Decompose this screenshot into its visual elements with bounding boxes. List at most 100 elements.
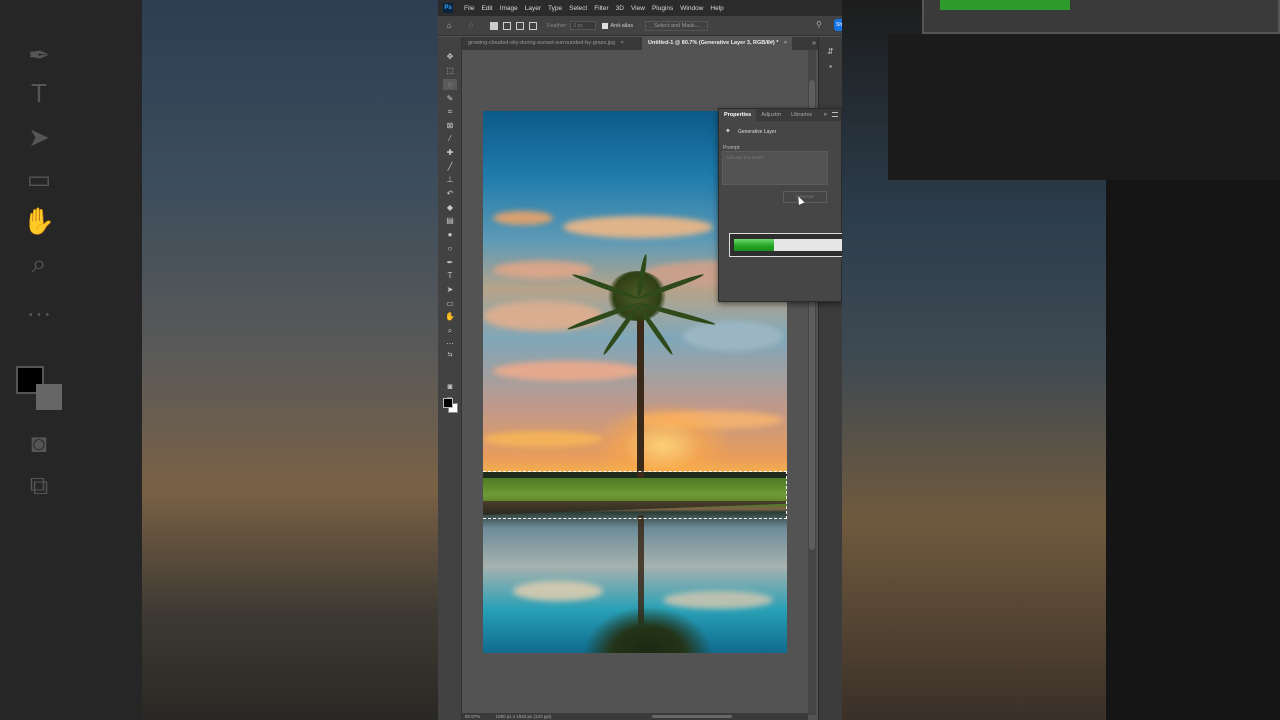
feather-input[interactable]: 0 px — [570, 21, 597, 30]
blurred-progress-panel — [922, 0, 1280, 34]
swap-colors-icon[interactable]: ⇆ — [443, 350, 457, 361]
horizontal-scroll-thumb[interactable] — [652, 715, 732, 718]
share-button[interactable]: Sh — [834, 19, 842, 31]
properties-tabs: Properties Adjustm Libraries » — [719, 109, 841, 121]
add-selection-icon[interactable] — [503, 21, 511, 30]
dodge-icon[interactable]: ○ — [443, 243, 457, 254]
generation-progress-dialog — [729, 233, 842, 257]
menu-edit[interactable]: Edit — [481, 5, 492, 12]
history-icon[interactable]: ⇵ — [825, 47, 836, 57]
menu-file[interactable]: File — [464, 5, 474, 12]
history-brush-icon[interactable]: ↶ — [443, 188, 457, 199]
quick-select-icon[interactable]: ✎ — [443, 93, 457, 104]
feather-label: Feather: — [547, 22, 568, 29]
healing-brush-icon[interactable]: ✚ — [443, 147, 457, 158]
pen-icon[interactable]: ✒ — [443, 257, 457, 268]
tab-adjustments[interactable]: Adjustm — [756, 109, 786, 121]
intersect-selection-icon[interactable] — [529, 21, 537, 30]
cloud — [493, 361, 643, 381]
type-icon[interactable]: T — [443, 270, 457, 281]
cloud — [683, 321, 783, 351]
menu-window[interactable]: Window — [680, 5, 703, 12]
cloud — [483, 301, 603, 331]
status-bar: 80.67% 1080 px x 1920 px (120 ppi) — [462, 713, 808, 720]
more-tools-icon: … — [26, 292, 52, 322]
tab-untitled[interactable]: Untitled-1 @ 80.7% (Generative Layer 3, … — [642, 37, 792, 50]
lasso-tool-icon[interactable]: ◌ — [443, 79, 457, 90]
path-select-icon[interactable]: ➤ — [443, 284, 457, 295]
new-selection-icon[interactable] — [490, 21, 498, 30]
blurred-toolstrip: ✒ T ➤ ▭ ✋ ⌕ … ◙ ⧉ — [0, 0, 142, 720]
more-tools-icon[interactable]: ⋯ — [443, 338, 457, 349]
panel-collapse-icon[interactable]: » — [824, 112, 827, 118]
generate-button[interactable]: Generate — [783, 191, 827, 203]
subtract-selection-icon[interactable] — [516, 21, 524, 30]
type-icon: T — [31, 78, 47, 108]
home-icon[interactable]: ⌂ — [444, 21, 454, 31]
tab-libraries[interactable]: Libraries — [786, 109, 817, 121]
tab-photo-label: growing-clouded-sky-during-sunset-surrou… — [468, 40, 616, 46]
blurred-panel-shadow — [888, 34, 1280, 180]
menu-bar: Ps File Edit Image Layer Type Select Fil… — [438, 0, 842, 16]
zoom-icon: ⌕ — [31, 248, 47, 278]
close-icon[interactable]: × — [621, 40, 624, 46]
lasso-icon[interactable]: ◌ — [466, 21, 476, 31]
progress-track — [734, 239, 842, 251]
zoom-level[interactable]: 80.67% — [465, 714, 480, 719]
select-and-mask-button[interactable]: Select and Mask... — [645, 20, 709, 31]
generative-layer-icon: ✦ — [725, 128, 731, 135]
artboard-icon[interactable]: ⬚ — [443, 65, 457, 76]
tab-photo[interactable]: growing-clouded-sky-during-sunset-surrou… — [462, 37, 642, 50]
photoshop-logo-icon: Ps — [443, 3, 453, 13]
menu-3d[interactable]: 3D — [616, 5, 624, 12]
antialias-checkbox[interactable] — [602, 22, 609, 29]
palm-reflection-crown — [583, 606, 713, 653]
blurred-background-right — [842, 0, 1280, 720]
brush-icon[interactable]: ╱ — [443, 161, 457, 172]
cloud — [483, 431, 603, 447]
panel-menu-icon[interactable] — [832, 112, 838, 117]
quick-mask-icon[interactable]: ◙ — [443, 381, 457, 392]
eraser-icon[interactable]: ◆ — [443, 202, 457, 213]
options-bar: ⌂ ◌ Feather: 0 px Anti-alias Select and … — [438, 16, 842, 36]
palm-trunk — [637, 311, 644, 479]
tab-properties[interactable]: Properties — [719, 109, 757, 121]
stamp-icon[interactable]: ⊥ — [443, 174, 457, 185]
document-tabs: growing-clouded-sky-during-sunset-surrou… — [462, 37, 842, 50]
menu-filter[interactable]: Filter — [594, 5, 608, 12]
generative-layer-row: ✦ Generative Layer — [725, 128, 776, 136]
frame-icon[interactable]: ⊠ — [443, 120, 457, 131]
eyedropper-icon[interactable]: ⁄ — [443, 133, 457, 144]
cloud — [563, 216, 713, 238]
properties-panel: Properties Adjustm Libraries » ✦ Generat… — [718, 108, 842, 302]
close-icon[interactable]: × — [784, 40, 787, 46]
gradient-icon[interactable]: ▤ — [443, 215, 457, 226]
cloud-reflection — [663, 591, 773, 609]
hand-icon[interactable]: ✋ — [443, 311, 457, 322]
progress-fill — [734, 239, 775, 251]
menu-type[interactable]: Type — [548, 5, 562, 12]
menu-image[interactable]: Image — [500, 5, 518, 12]
document-info: 1080 px x 1920 px (120 ppi) — [495, 714, 552, 719]
zoom-icon[interactable]: ⌕ — [443, 325, 457, 336]
photoshop-window: Ps File Edit Image Layer Type Select Fil… — [438, 0, 842, 720]
crop-icon[interactable]: ⌗ — [443, 106, 457, 117]
search-icon[interactable]: ⚲ — [816, 20, 824, 30]
background-color-blurred — [36, 384, 62, 410]
prompt-input[interactable]: Add and the beach — [722, 151, 828, 185]
lasso-selection-marquee[interactable] — [483, 471, 787, 519]
menu-layer[interactable]: Layer — [525, 5, 541, 12]
comments-icon[interactable]: ▪ — [825, 62, 836, 72]
foreground-color-swatch[interactable] — [443, 398, 453, 408]
menu-help[interactable]: Help — [710, 5, 723, 12]
cloud-reflection — [513, 581, 603, 601]
path-select-icon: ➤ — [28, 122, 50, 152]
rectangle-icon[interactable]: ▭ — [443, 298, 457, 309]
menu-view[interactable]: View — [631, 5, 645, 12]
rectangle-icon: ▭ — [26, 164, 52, 194]
menu-plugins[interactable]: Plugins — [652, 5, 673, 12]
blur-icon[interactable]: ● — [443, 229, 457, 240]
tabs-overflow-icon[interactable]: » — [812, 37, 816, 50]
menu-select[interactable]: Select — [569, 5, 587, 12]
move-tool-icon[interactable]: ✥ — [443, 51, 457, 62]
